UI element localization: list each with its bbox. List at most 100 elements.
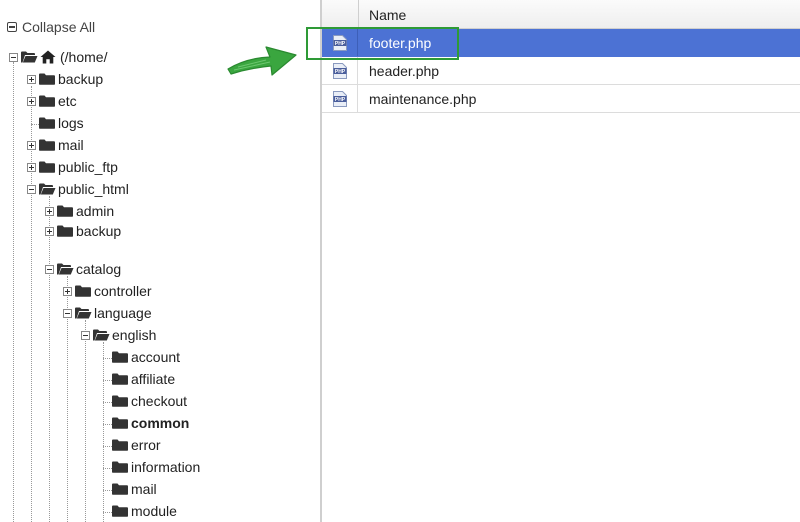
file-icon-cell: PHP [322, 57, 358, 84]
tree-node-checkout[interactable]: checkout [112, 391, 187, 411]
folder-icon [57, 225, 73, 237]
open-folder-icon [21, 51, 38, 63]
folder-icon [39, 73, 55, 85]
tree-node-label: mail [58, 137, 84, 153]
home-icon [40, 50, 56, 64]
folder-icon [112, 417, 128, 429]
collapse-toggle-icon[interactable] [63, 309, 72, 318]
tree-node-controller[interactable]: controller [75, 281, 152, 301]
expand-toggle-icon[interactable] [27, 141, 36, 150]
folder-icon [112, 395, 128, 407]
tree-node-catalog[interactable]: catalog [57, 259, 121, 279]
folder-icon [112, 351, 128, 363]
tree-node-common[interactable]: common [112, 413, 189, 433]
file-name: footer.php [369, 35, 432, 51]
folder-icon [39, 161, 55, 173]
tree-node-mail-2[interactable]: mail [112, 479, 157, 499]
expand-toggle-icon[interactable] [45, 207, 54, 216]
tree-node-information[interactable]: information [112, 457, 200, 477]
php-file-icon: PHP [332, 62, 347, 79]
tree-node-account[interactable]: account [112, 347, 180, 367]
expand-toggle-icon[interactable] [27, 97, 36, 106]
icon-column-header[interactable] [322, 0, 359, 28]
tree-node-affiliate[interactable]: affiliate [112, 369, 175, 389]
collapse-toggle-icon[interactable] [9, 53, 18, 62]
tree-node-label: error [131, 437, 161, 453]
directory-tree: Collapse All (/home/ backup etc logs mai… [0, 0, 320, 522]
folder-icon [112, 483, 128, 495]
tree-node-label: backup [58, 71, 104, 87]
name-column-header[interactable]: Name [369, 7, 406, 23]
folder-icon [39, 139, 55, 151]
open-folder-icon [57, 263, 74, 275]
tree-guide-line [85, 320, 86, 522]
tree-node-logs[interactable]: logs [39, 113, 84, 133]
tree-node-label: common [131, 415, 190, 431]
tree-node-label: language [94, 305, 152, 321]
tree-node-label: english [112, 327, 157, 343]
tree-connector [103, 402, 112, 403]
expand-toggle-icon[interactable] [45, 227, 54, 236]
folder-icon [112, 373, 128, 385]
tree-connector [103, 424, 112, 425]
expand-toggle-icon[interactable] [63, 287, 72, 296]
tree-node-label: (/home/ [60, 49, 108, 65]
tree-node-label: mail [131, 481, 157, 497]
file-row-header-php[interactable]: PHP header.php [322, 57, 800, 85]
svg-text:PHP: PHP [334, 97, 345, 103]
tree-connector [31, 124, 39, 125]
open-folder-icon [93, 329, 110, 341]
tree-connector [103, 380, 112, 381]
tree-connector [103, 358, 112, 359]
tree-node-backup-2[interactable]: backup [57, 221, 121, 241]
tree-node-label: controller [94, 283, 152, 299]
file-name: maintenance.php [369, 91, 477, 107]
tree-node-label: logs [58, 115, 84, 131]
tree-node-label: catalog [76, 261, 122, 277]
collapse-toggle-icon[interactable] [45, 265, 54, 274]
tree-node-language[interactable]: language [75, 303, 152, 323]
table-header: Name [322, 0, 800, 29]
collapse-all-button[interactable]: Collapse All [7, 18, 95, 36]
folder-icon [75, 285, 91, 297]
tree-connector [103, 446, 112, 447]
expand-toggle-icon[interactable] [27, 163, 36, 172]
svg-text:PHP: PHP [334, 41, 345, 47]
folder-icon [39, 95, 55, 107]
folder-icon [112, 505, 128, 517]
tree-node-backup[interactable]: backup [39, 69, 103, 89]
tree-node-label: public_ftp [58, 159, 118, 175]
open-folder-icon [39, 183, 56, 195]
tree-node-public-html[interactable]: public_html [39, 179, 129, 199]
tree-node-label: etc [58, 93, 77, 109]
tree-node-label: checkout [131, 393, 188, 409]
file-list: Name PHP footer.php PHP header.php PHP m… [322, 0, 800, 522]
file-row-footer-php[interactable]: PHP footer.php [322, 29, 800, 57]
php-file-icon: PHP [332, 90, 347, 107]
svg-text:PHP: PHP [334, 69, 345, 75]
tree-node-label: affiliate [131, 371, 176, 387]
tree-node-error[interactable]: error [112, 435, 161, 455]
tree-connector [103, 468, 112, 469]
tree-guide-line [31, 86, 32, 522]
tree-guide-line [13, 62, 14, 522]
tree-connector [103, 490, 112, 491]
collapse-toggle-icon[interactable] [27, 185, 36, 194]
file-icon-cell: PHP [322, 29, 358, 56]
tree-node-english[interactable]: english [93, 325, 156, 345]
tree-node-label: admin [76, 203, 115, 219]
collapse-toggle-icon[interactable] [81, 331, 90, 340]
tree-root-home[interactable]: (/home/ [21, 47, 107, 67]
tree-node-etc[interactable]: etc [39, 91, 77, 111]
file-row-maintenance-php[interactable]: PHP maintenance.php [322, 85, 800, 113]
tree-node-admin[interactable]: admin [57, 201, 114, 221]
tree-node-label: account [131, 349, 181, 365]
folder-icon [112, 439, 128, 451]
tree-node-public-ftp[interactable]: public_ftp [39, 157, 118, 177]
expand-toggle-icon[interactable] [27, 75, 36, 84]
tree-node-mail[interactable]: mail [39, 135, 84, 155]
tree-node-module[interactable]: module [112, 501, 177, 521]
folder-icon [112, 461, 128, 473]
folder-icon [39, 117, 55, 129]
collapse-all-label: Collapse All [22, 19, 96, 35]
